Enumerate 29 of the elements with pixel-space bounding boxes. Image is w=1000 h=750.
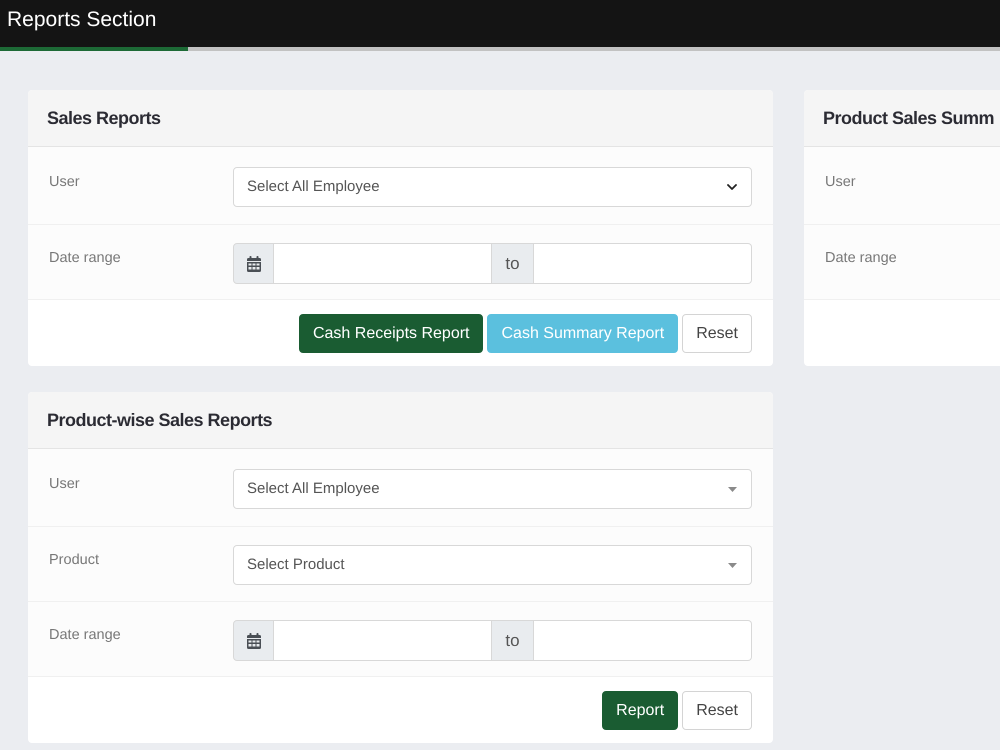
- field-label: User: [49, 476, 80, 492]
- dropdown-field[interactable]: Select Product: [233, 545, 752, 585]
- page-title: Reports Section: [7, 7, 156, 33]
- dropdown-field[interactable]: Select All Employee: [233, 469, 752, 509]
- caret-down-icon: [728, 562, 737, 568]
- field-label: Date range: [825, 250, 897, 266]
- caret-down-icon: [728, 486, 737, 492]
- field-label: User: [825, 174, 856, 190]
- chevron-down-icon: [727, 184, 737, 190]
- start-date-field[interactable]: [274, 620, 491, 661]
- field-label: Date range: [49, 627, 121, 643]
- date-range-separator: to: [491, 620, 534, 661]
- calendar-icon: [246, 632, 260, 648]
- panel-title: Sales Reports: [47, 106, 161, 130]
- field-label: Date range: [49, 250, 121, 266]
- dropdown-field[interactable]: Select All Employee: [233, 167, 752, 207]
- report-button[interactable]: Reset: [682, 691, 752, 730]
- report-button[interactable]: Cash Receipts Report: [298, 314, 484, 353]
- panel-title: Product Sales Summ: [823, 106, 994, 130]
- report-button[interactable]: Report: [602, 691, 678, 730]
- date-range-separator: to: [491, 243, 534, 284]
- start-date-field[interactable]: [274, 243, 491, 284]
- field-label: User: [49, 174, 80, 190]
- end-date-field[interactable]: [534, 620, 752, 661]
- field-label: Product: [49, 552, 99, 568]
- calendar-icon: [246, 256, 260, 272]
- panel-title: Product-wise Sales Reports: [47, 408, 272, 432]
- report-button[interactable]: Reset: [682, 314, 752, 353]
- end-date-field[interactable]: [534, 243, 752, 284]
